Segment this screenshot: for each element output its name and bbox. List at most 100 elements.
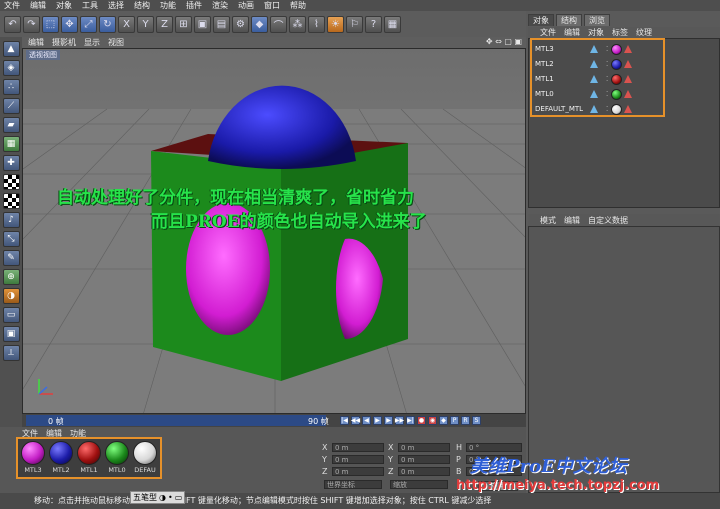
om-menu-file[interactable]: 文件 [540, 27, 556, 38]
menu-animate[interactable]: 动画 [238, 0, 254, 11]
material-tag-icon[interactable] [611, 103, 623, 115]
prev-frame-icon[interactable]: ◀ [362, 416, 371, 425]
position-y-field[interactable]: 0 m [332, 455, 384, 464]
ime-keyboard-icon[interactable]: ▭ [175, 493, 183, 502]
menu-tools[interactable]: 工具 [82, 0, 98, 11]
undo-icon[interactable]: ↶ [4, 15, 21, 33]
viewport-menu-view[interactable]: 视图 [108, 37, 124, 48]
object-mode-icon[interactable]: ◈ [2, 60, 20, 76]
x-axis-icon[interactable]: X [118, 15, 135, 33]
scene-icon[interactable]: ▦ [384, 15, 401, 33]
material-swatch[interactable]: MTL1 [76, 441, 102, 475]
visibility-dots-icon[interactable]: ⁚ [606, 90, 608, 98]
perspective-viewport[interactable]: 透视视图 自动处理好了分件，现在相当清爽了，省时省力 而且PROE的颜色也自动导… [22, 48, 526, 414]
menu-help[interactable]: 帮助 [290, 0, 306, 11]
menu-window[interactable]: 窗口 [264, 0, 280, 11]
phong-tag-icon[interactable] [624, 105, 633, 113]
tweak-mode-icon[interactable]: ✎ [2, 250, 20, 266]
rotation-key-icon[interactable]: R [461, 416, 470, 425]
next-key-icon[interactable]: ▶▶ [395, 416, 404, 425]
prev-key-icon[interactable]: ◀◀ [351, 416, 360, 425]
ime-dot-icon[interactable]: • [168, 493, 173, 502]
coordinate-mode-select[interactable]: 世界坐标 [324, 480, 382, 489]
tab-browser[interactable]: 浏览 [584, 14, 610, 26]
scale-icon[interactable]: ⤢ [80, 15, 97, 33]
material-tag-icon[interactable] [611, 58, 623, 70]
phong-tag-icon[interactable] [624, 90, 633, 98]
sculpt-icon[interactable]: ◑ [2, 288, 20, 304]
render-view-icon[interactable]: ▣ [194, 15, 211, 33]
texture-axis-icon[interactable]: ✚ [2, 155, 20, 171]
object-row[interactable]: MTL1 ⁚ [532, 72, 663, 86]
menu-edit[interactable]: 编辑 [30, 0, 46, 11]
cube-icon[interactable]: ◆ [251, 15, 268, 33]
menu-functions[interactable]: 功能 [160, 0, 176, 11]
timeline-track[interactable] [26, 415, 326, 426]
menu-structure[interactable]: 结构 [134, 0, 150, 11]
keyframe-icon[interactable]: ◆ [439, 416, 448, 425]
snap-icon[interactable]: ⊕ [2, 269, 20, 285]
phong-tag-icon[interactable] [624, 45, 633, 53]
move-icon[interactable]: ✥ [61, 15, 78, 33]
size-mode-select[interactable]: 缩放 [390, 480, 448, 489]
timeline[interactable]: 0 帧 90 帧 |◀ ◀◀ ◀ ▶ ▶ ▶▶ ▶| ● ◉ ◆ P R S [22, 414, 526, 427]
menu-object[interactable]: 对象 [56, 0, 72, 11]
polygons-mode-icon[interactable]: ▰ [2, 117, 20, 133]
om-menu-texture[interactable]: 纹理 [636, 27, 652, 38]
material-swatch[interactable]: MTL2 [48, 441, 74, 475]
position-x-field[interactable]: 0 m [332, 443, 384, 452]
inverse-kinematics-icon[interactable]: ⤡ [2, 231, 20, 247]
am-menu-user-data[interactable]: 自定义数据 [588, 215, 628, 226]
tab-structure[interactable]: 结构 [556, 14, 582, 26]
menu-file[interactable]: 文件 [4, 0, 20, 11]
next-frame-icon[interactable]: ▶ [384, 416, 393, 425]
autokey-icon[interactable]: ◉ [428, 416, 437, 425]
render-settings-icon[interactable]: ⚙ [232, 15, 249, 33]
redo-icon[interactable]: ↷ [23, 15, 40, 33]
record-icon[interactable]: ● [417, 416, 426, 425]
live-select-icon[interactable]: ⬚ [42, 15, 59, 33]
uv-checker-icon[interactable] [2, 193, 20, 209]
visibility-dots-icon[interactable]: ⁚ [606, 45, 608, 53]
position-key-icon[interactable]: P [450, 416, 459, 425]
size-z-field[interactable]: 0 m [398, 467, 450, 476]
deformer-icon[interactable]: ⌇ [308, 15, 325, 33]
play-icon[interactable]: ▶ [373, 416, 382, 425]
scale-key-icon[interactable]: S [472, 416, 481, 425]
om-menu-tags[interactable]: 标签 [612, 27, 628, 38]
am-menu-edit[interactable]: 编辑 [564, 215, 580, 226]
coordinate-system-icon[interactable]: ⊞ [175, 15, 192, 33]
object-row[interactable]: DEFAULT_MTL ⁚ [532, 102, 663, 116]
phong-tag-icon[interactable] [624, 60, 633, 68]
om-menu-edit[interactable]: 编辑 [564, 27, 580, 38]
edges-mode-icon[interactable]: ⟋ [2, 98, 20, 114]
points-mode-icon[interactable]: ∴ [2, 79, 20, 95]
render-picture-icon[interactable]: ▤ [213, 15, 230, 33]
ruler-icon[interactable]: ⟂ [2, 345, 20, 361]
go-start-icon[interactable]: |◀ [340, 416, 349, 425]
object-row[interactable]: MTL2 ⁚ [532, 57, 663, 71]
visibility-dots-icon[interactable]: ⁚ [606, 60, 608, 68]
nurbs-icon[interactable]: ⌒ [270, 15, 287, 33]
object-row[interactable]: MTL3 ⁚ [532, 42, 663, 56]
help-icon[interactable]: ? [365, 15, 382, 33]
z-axis-icon[interactable]: Z [156, 15, 173, 33]
y-axis-icon[interactable]: Y [137, 15, 154, 33]
object-row[interactable]: MTL0 ⁚ [532, 87, 663, 101]
menu-plugins[interactable]: 插件 [186, 0, 202, 11]
workplane-icon[interactable]: ▭ [2, 307, 20, 323]
material-swatch[interactable]: MTL0 [104, 441, 130, 475]
material-tag-icon[interactable] [611, 73, 623, 85]
animation-mode-icon[interactable]: ♪ [2, 212, 20, 228]
phong-tag-icon[interactable] [624, 75, 633, 83]
am-menu-mode[interactable]: 模式 [540, 215, 556, 226]
model-mode-icon[interactable]: ▲ [2, 41, 20, 57]
rotate-icon[interactable]: ↻ [99, 15, 116, 33]
checker-icon[interactable] [2, 174, 20, 190]
light-icon[interactable]: ☀ [327, 15, 344, 33]
material-tag-icon[interactable] [611, 43, 623, 55]
array-icon[interactable]: ⁂ [289, 15, 306, 33]
size-x-field[interactable]: 0 m [398, 443, 450, 452]
tab-objects[interactable]: 对象 [528, 14, 554, 26]
viewport-menu-camera[interactable]: 摄影机 [52, 37, 76, 48]
